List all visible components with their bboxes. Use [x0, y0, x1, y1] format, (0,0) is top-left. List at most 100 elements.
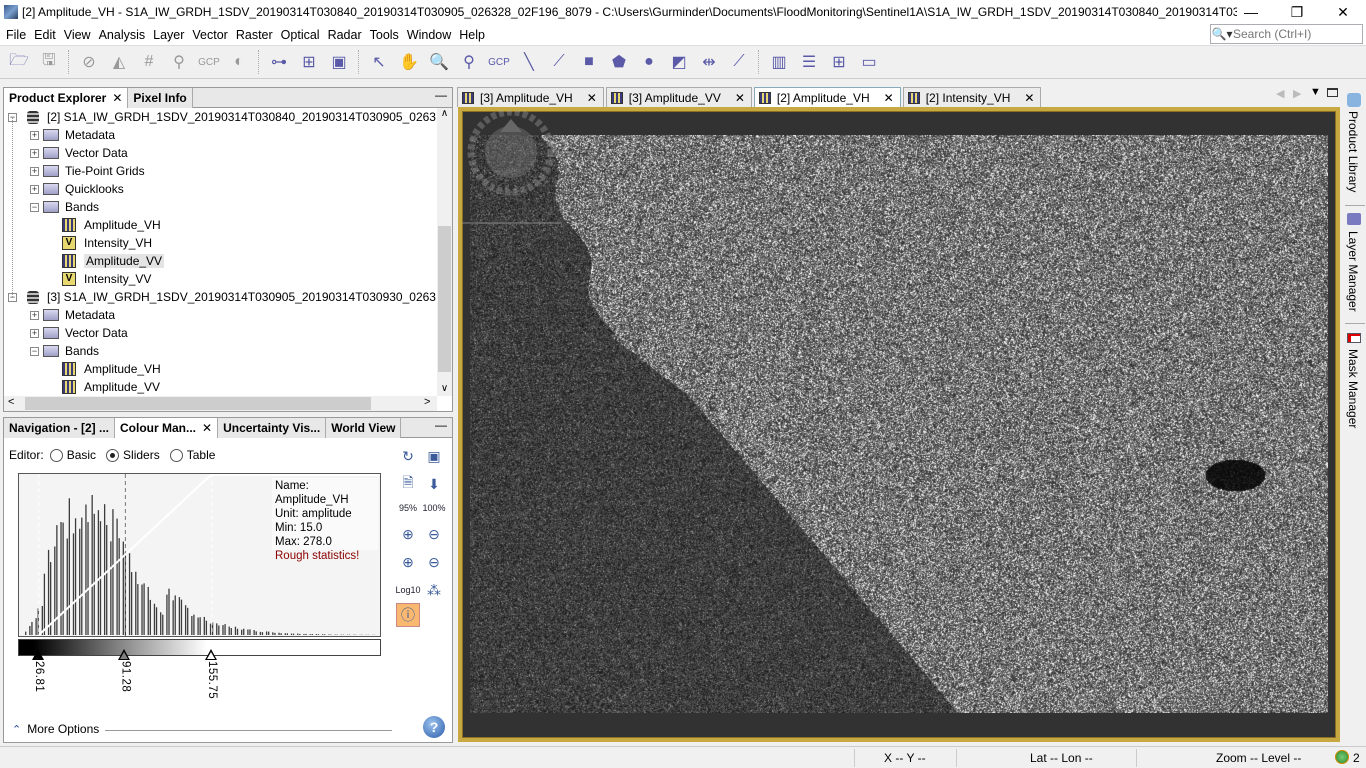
slider-value-label[interactable]: 26.81: [33, 661, 45, 692]
tree-item-label[interactable]: Amplitude_VH: [84, 218, 161, 232]
zoom-in-horizontal-button[interactable]: ⊕: [396, 550, 420, 574]
radio-button[interactable]: [106, 449, 120, 463]
pan-tool-button[interactable]: ✋: [395, 48, 423, 76]
log10-scaling-button[interactable]: Log10: [395, 578, 420, 602]
maximize-window-icon[interactable]: [1327, 88, 1338, 97]
measure-tool-button[interactable]: ⇹: [695, 48, 723, 76]
tree-item-product[interactable]: − [2] S1A_IW_GRDH_1SDV_20190314T030840_20…: [8, 108, 436, 126]
tile-horizontally-button[interactable]: ☰: [795, 48, 823, 76]
slider-value-label[interactable]: 155.75: [206, 661, 218, 699]
minimize-panel-button[interactable]: —: [430, 88, 452, 107]
collapse-icon[interactable]: −: [30, 202, 39, 212]
tree-item-label[interactable]: Vector Data: [65, 146, 128, 160]
open-product-button[interactable]: 🗁: [5, 48, 33, 76]
ellipse-drawing-tool-button[interactable]: ●: [635, 48, 663, 76]
tree-item-label[interactable]: [2] S1A_IW_GRDH_1SDV_20190314T030840_201…: [47, 110, 436, 124]
tab-product-explorer[interactable]: Product Explorer ✕: [4, 88, 129, 108]
tab-navigation[interactable]: Navigation - [2] ...: [4, 418, 116, 438]
world-map-overlay-button[interactable]: ◐: [225, 48, 253, 76]
menu-window[interactable]: Window: [403, 28, 455, 42]
tab-scroll-left-icon[interactable]: ◀: [1276, 87, 1284, 100]
menu-layer[interactable]: Layer: [149, 28, 188, 42]
expand-icon[interactable]: +: [30, 148, 39, 158]
menu-view[interactable]: View: [60, 28, 95, 42]
tile-grid-button[interactable]: ⊞: [825, 48, 853, 76]
pin-overlay-button[interactable]: ⚲: [165, 48, 193, 76]
tab-world-view[interactable]: World View: [326, 418, 402, 438]
help-icon[interactable]: ?: [423, 716, 445, 738]
menu-file[interactable]: File: [2, 28, 30, 42]
graph-builder-button[interactable]: ⊶: [265, 48, 293, 76]
range-95-button[interactable]: 95%: [396, 496, 420, 520]
menu-analysis[interactable]: Analysis: [95, 28, 150, 42]
batch-processing-button[interactable]: ⊞: [295, 48, 323, 76]
rectangle-drawing-tool-button[interactable]: ■: [575, 48, 603, 76]
document-tab[interactable]: [3] Amplitude_VV ✕: [605, 87, 752, 107]
radio-basic[interactable]: Basic: [49, 448, 96, 463]
tree-item-label[interactable]: Metadata: [65, 128, 115, 142]
reset-defaults-button[interactable]: ↻: [396, 444, 420, 468]
menu-vector[interactable]: Vector: [188, 28, 231, 42]
expand-icon[interactable]: +: [30, 184, 39, 194]
tree-item-virtual-band[interactable]: V Intensity_VV: [62, 270, 151, 288]
document-tab[interactable]: [2] Intensity_VH ✕: [902, 87, 1042, 107]
tree-item-label[interactable]: Intensity_VH: [84, 236, 152, 250]
gcp-placing-tool-button[interactable]: GCP: [485, 48, 513, 76]
menu-raster[interactable]: Raster: [232, 28, 277, 42]
colour-slider-handle[interactable]: [31, 649, 44, 660]
document-tab[interactable]: [3] Amplitude_VH ✕: [457, 87, 604, 107]
close-icon[interactable]: ✕: [202, 421, 212, 435]
tree-item-band[interactable]: Amplitude_VH: [62, 360, 161, 378]
sidebar-tab-product-library[interactable]: Product Library: [1346, 111, 1360, 192]
tab-colour-manipulation[interactable]: Colour Man... ✕: [115, 418, 219, 438]
tree-item-label[interactable]: Bands: [65, 200, 99, 214]
close-icon[interactable]: ✕: [112, 91, 122, 105]
restore-button[interactable]: ❐: [1274, 0, 1320, 24]
sar-image[interactable]: [470, 135, 1328, 713]
tab-scroll-right-icon[interactable]: ▶: [1293, 87, 1301, 100]
tree-item-label[interactable]: Intensity_VV: [84, 272, 151, 286]
tile-single-button[interactable]: ▭: [855, 48, 883, 76]
shapes-overlay-button[interactable]: ◭: [105, 48, 133, 76]
sidebar-tab-mask-manager[interactable]: Mask Manager: [1346, 349, 1360, 428]
tree-item-band[interactable]: Amplitude_VH: [62, 216, 161, 234]
menu-radar[interactable]: Radar: [324, 28, 366, 42]
graticule-overlay-button[interactable]: #: [135, 48, 163, 76]
navigation-control[interactable]: [462, 110, 562, 230]
tab-uncertainty-visualisation[interactable]: Uncertainty Vis...: [218, 418, 327, 438]
tree-item-band[interactable]: Amplitude_VV: [62, 252, 165, 270]
notifications-count[interactable]: 2: [1353, 751, 1360, 765]
sidebar-tab-layer-manager[interactable]: Layer Manager: [1346, 231, 1360, 312]
range-100-button[interactable]: 100%: [422, 496, 446, 520]
notifications-icon[interactable]: [1335, 750, 1349, 764]
search-input[interactable]: Search (Ctrl+I): [1233, 27, 1311, 41]
minimize-panel-button[interactable]: —: [430, 418, 452, 437]
expand-icon[interactable]: +: [30, 166, 39, 176]
expand-icon[interactable]: +: [30, 310, 39, 320]
rotation-ring-icon[interactable]: [467, 110, 555, 196]
tree-item-folder[interactable]: − Bands: [30, 198, 99, 216]
tree-item-label[interactable]: Amplitude_VV: [84, 254, 165, 268]
magnifier-icon[interactable]: 🔍▾: [1211, 27, 1233, 41]
radio-button[interactable]: [169, 449, 183, 463]
gcp-overlay-button[interactable]: GCP: [195, 48, 223, 76]
tree-item-label[interactable]: [3] S1A_IW_GRDH_1SDV_20190314T030905_201…: [47, 290, 436, 304]
tree-item-folder[interactable]: + Tie-Point Grids: [30, 162, 145, 180]
close-icon[interactable]: ✕: [587, 91, 597, 105]
tree-item-label[interactable]: Metadata: [65, 308, 115, 322]
polygon-drawing-tool-button[interactable]: ⬟: [605, 48, 633, 76]
world-map-button[interactable]: ▣: [325, 48, 353, 76]
close-icon[interactable]: ✕: [884, 91, 894, 105]
scrollbar-thumb[interactable]: [25, 397, 371, 410]
tree-item-folder[interactable]: + Quicklooks: [30, 180, 124, 198]
radio-button[interactable]: [49, 449, 63, 463]
tree-item-virtual-band[interactable]: V Intensity_VH: [62, 234, 152, 252]
tree-item-label[interactable]: Amplitude_VV: [84, 380, 160, 394]
zoom-in-vertical-button[interactable]: ⊕: [396, 522, 420, 546]
more-options-label[interactable]: More Options: [27, 722, 99, 736]
histogram-box[interactable]: Name: Amplitude_VH Unit: amplitude Min: …: [18, 473, 381, 637]
menu-optical[interactable]: Optical: [277, 28, 324, 42]
menu-tools[interactable]: Tools: [366, 28, 403, 42]
magic-wand-tool-button[interactable]: ⟋: [725, 48, 753, 76]
multi-apply-button[interactable]: ▣: [422, 444, 446, 468]
